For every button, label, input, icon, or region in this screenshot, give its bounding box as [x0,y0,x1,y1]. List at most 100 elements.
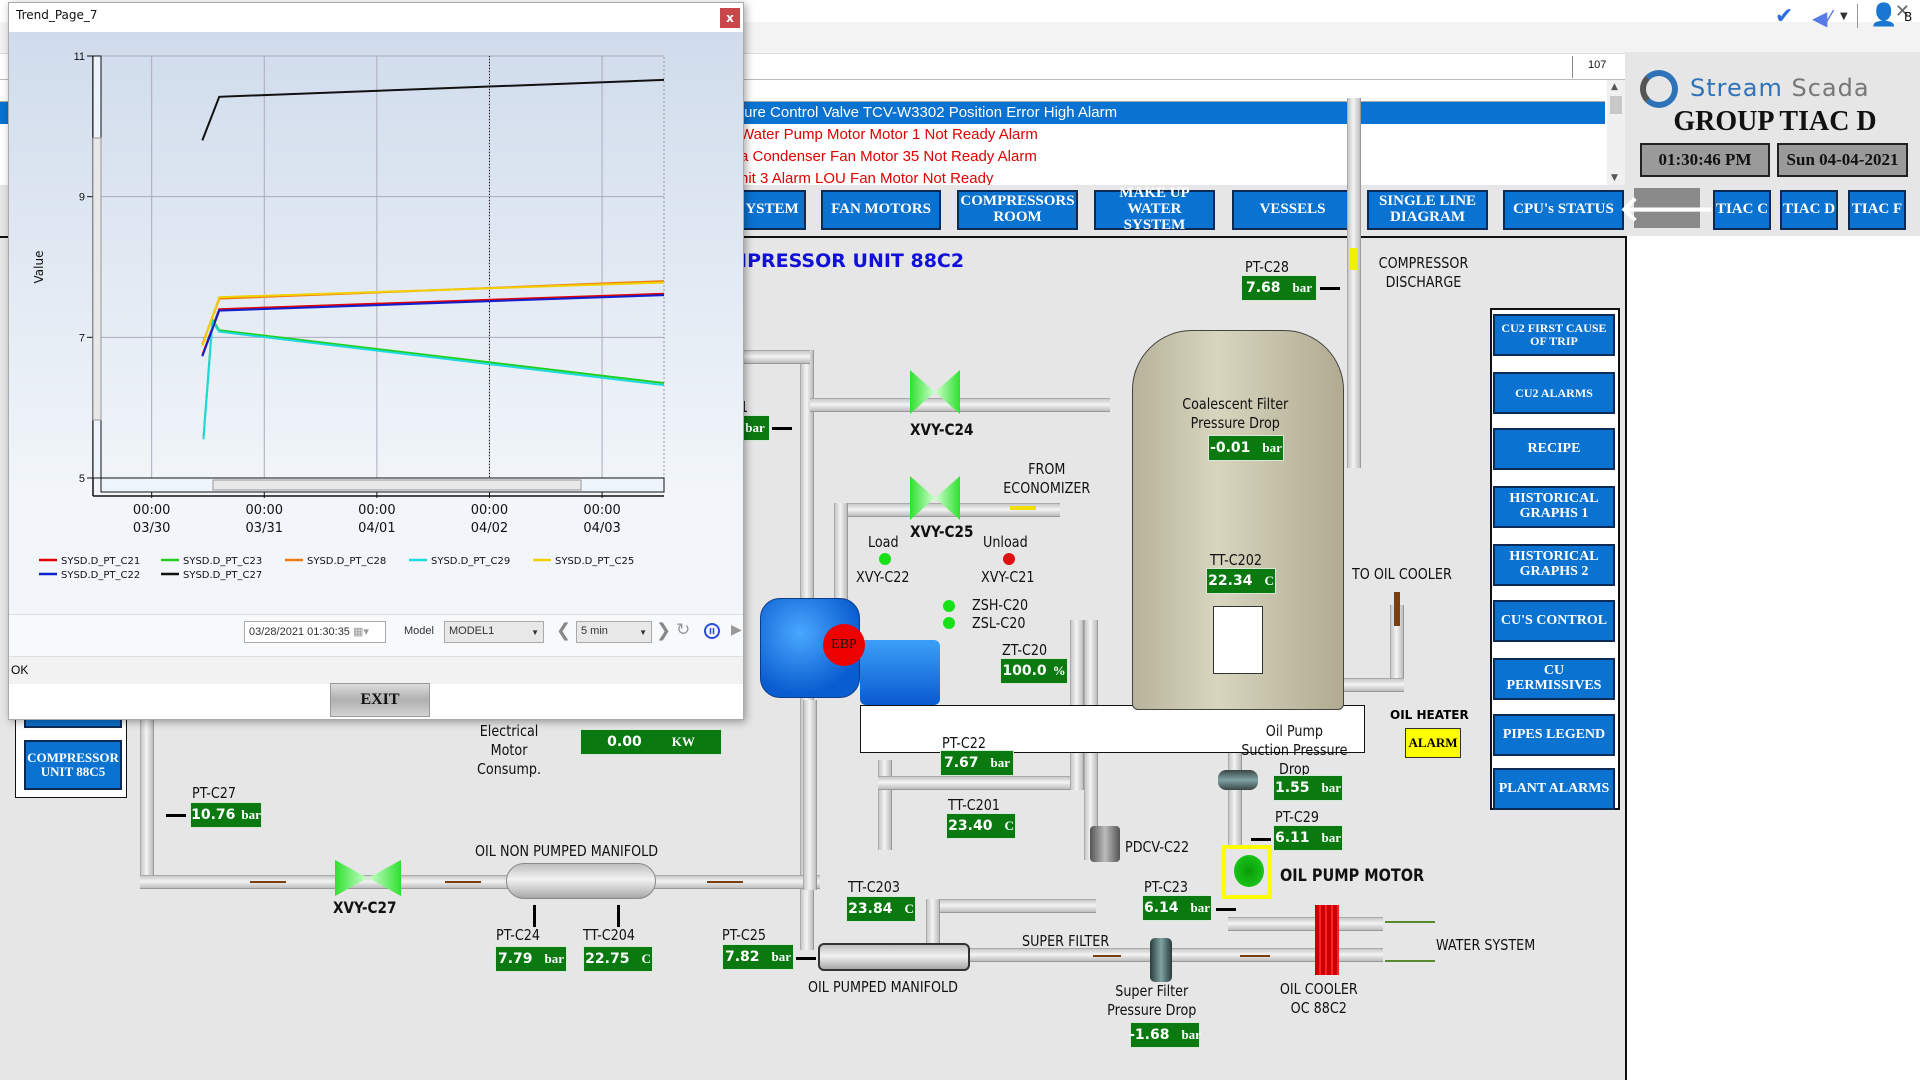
nav-fan-motors-button[interactable]: FAN MOTORS [821,190,941,230]
calendar-icon[interactable]: ▦▾ [353,626,369,638]
valve-xvy-c27-icon[interactable] [335,860,401,896]
oil-cooler-icon [1315,905,1339,975]
pt-c28-unit: bar [1292,280,1313,295]
pt-c28-value: 7.68 [1245,280,1281,296]
y-tick-label: 5 [79,473,85,485]
coalescent-value-box[interactable]: -0.01 bar [1208,435,1284,461]
nav-cpu-status-button[interactable]: CPU's STATUS [1503,190,1624,230]
super-filter-drop-value-box[interactable]: -1.68 bar [1129,1022,1201,1048]
user-initial: B [1904,10,1913,24]
pt-c27-value-box[interactable]: 10.76 bar [190,802,262,828]
tt-c201-value-box[interactable]: 23.40 C [946,813,1016,839]
nav-compressors-room-button[interactable]: COMPRESSORS ROOM [957,190,1078,230]
nav-vessels-button[interactable]: VESSELS [1232,190,1353,230]
tt-c204-value-box[interactable]: 22.75 C [583,946,653,972]
start-time-value: 03/28/2021 01:30:35 [249,626,350,638]
mute-speaker-icon[interactable]: ◀⁄ [1812,6,1831,30]
recipe-button[interactable]: RECIPE [1493,428,1615,470]
compressor-88c5-button[interactable]: COMPRESSOR UNIT 88C5 [24,740,122,790]
load-label: Load [868,533,899,551]
dialog-close-button[interactable]: x [720,8,740,28]
trend-chart[interactable]: 5 7 9 11 00:00 03/30 00:00 03/31 00:00 04/01 00:00… [9,32,743,614]
refresh-icon[interactable]: ↻ [676,620,690,640]
pt-c24-value-box[interactable]: 7.79 bar [495,946,567,972]
oil-non-pumped-manifold-label: OIL NON PUMPED MANIFOLD [475,842,659,860]
super-filter-drop-unit: bar [1181,1027,1201,1042]
tt-c204-unit: C [641,951,651,966]
pt-c25-unit: bar [771,949,792,964]
group-tiac-c-button[interactable]: TIAC C [1713,190,1771,230]
pt-c21-arrow-icon [772,427,792,430]
pipe [810,398,1110,412]
model-select[interactable]: MODEL1 ▼ [444,621,544,643]
group-tiac-d-button[interactable]: TIAC D [1780,190,1838,230]
electrical-motor-value-box[interactable]: 0.00 KW [580,729,722,755]
group-tiac-f-button[interactable]: TIAC F [1848,190,1906,230]
pt-c22-value-box[interactable]: 7.67 bar [940,750,1014,776]
legend-label: SYSD.D_PT_C23 [183,556,262,567]
compressor-motor [860,640,940,705]
nav-make-up-water-button[interactable]: MAKE UP WATER SYSTEM [1094,186,1215,233]
pt-c29-value-box[interactable]: 6.11 bar [1273,825,1343,851]
historical-graphs-2-button[interactable]: HISTORICAL GRAPHS 2 [1493,544,1615,586]
oil-pump-suction-value-box[interactable]: 1.55 bar [1273,775,1343,801]
tt-c202-value: 22.34 [1208,573,1253,589]
pt-c25-value-box[interactable]: 7.82 bar [722,944,794,970]
acknowledge-check-icon[interactable]: ✔ [1775,4,1793,29]
pipes-legend-button[interactable]: PIPES LEGEND [1493,714,1615,756]
cu2-first-cause-button[interactable]: CU2 FIRST CAUSE OF TRIP [1493,314,1615,356]
back-arrow-button[interactable]: 🡐 [1619,188,1715,230]
pt-c23-value-box[interactable]: 6.14 bar [1142,895,1212,921]
historical-graphs-1-button[interactable]: HISTORICAL GRAPHS 1 [1493,486,1615,528]
series-line-sysd-d-pt-c27 [201,78,665,141]
prev-period-button[interactable]: ❮ [556,620,571,641]
alarm-count: 107 [1588,59,1607,71]
zsl-c20-led [943,617,955,629]
mute-dropdown-caret-icon[interactable]: ▼ [1840,11,1848,22]
start-time-picker[interactable]: 03/28/2021 01:30:35 ▦▾ [244,621,386,643]
interval-select[interactable]: 5 min ▼ [576,621,652,643]
interval-value: 5 min [581,625,608,637]
clock-date: Sun 04-04-2021 [1777,143,1908,177]
pt-c29-unit: bar [1321,830,1342,845]
cu-permissives-button[interactable]: CU PERMISSIVES [1493,658,1615,700]
ebp-indicator[interactable]: EBP [823,624,865,666]
scroll-thumb[interactable] [1610,96,1622,114]
pt-c28-arrow-icon [1320,287,1340,290]
pt-c23-tag: PT-C23 [1144,878,1189,896]
oil-pump-icon [1234,855,1264,887]
cu2-alarms-button[interactable]: CU2 ALARMS [1493,372,1615,414]
x-tick-time: 00:00 [358,503,395,518]
exit-button[interactable]: EXIT [330,683,430,717]
xvy-c25-label: XVY-C25 [910,522,974,541]
pdcv-valve-icon[interactable] [1090,826,1120,862]
oil-pump-suction-label: Oil Pump Suction Pressure Drop [1241,722,1348,778]
scroll-down-icon[interactable]: ▼ [1611,173,1618,183]
zt-c20-value-box[interactable]: 100.0% [1000,658,1068,684]
x-tick-time: 00:00 [133,503,170,518]
oil-heater-alarm-badge[interactable]: ALARM [1405,728,1461,758]
pt-c25-tag: PT-C25 [722,926,767,944]
scroll-up-icon[interactable]: ▲ [1611,82,1618,92]
legend-label: SYSD.D_PT_C28 [307,556,386,567]
user-icon[interactable]: 👤 [1870,3,1897,28]
tt-c203-value-box[interactable]: 23.84 C [846,896,916,922]
cus-control-button[interactable]: CU'S CONTROL [1493,600,1615,642]
pt-c22-unit: bar [990,755,1011,770]
pipe [834,503,848,603]
pause-icon[interactable]: II [704,623,720,639]
alarm-scrollbar[interactable]: ▲ ▼ [1607,80,1625,185]
pt-c21-value-box[interactable]: bar [740,415,770,441]
nav-single-line-button[interactable]: SINGLE LINE DIAGRAM [1367,190,1488,230]
tt-c202-value-box[interactable]: 22.34 C [1206,568,1276,594]
nav-system-button[interactable]: YSTEM [740,190,806,230]
zsl-c20-label: ZSL-C20 [972,614,1026,632]
xvy-c22-label: XVY-C22 [856,568,910,586]
play-icon[interactable]: ▶ [731,622,742,638]
plant-alarms-button[interactable]: PLANT ALARMS [1493,768,1615,810]
next-period-button[interactable]: ❯ [656,620,671,641]
oil-pump-motor-highlight[interactable] [1222,845,1272,899]
unit-title: IPRESSOR UNIT 88C2 [740,250,965,272]
pt-c28-value-box[interactable]: 7.68 bar [1241,275,1317,301]
pt-c22-value: 7.67 [943,755,979,771]
